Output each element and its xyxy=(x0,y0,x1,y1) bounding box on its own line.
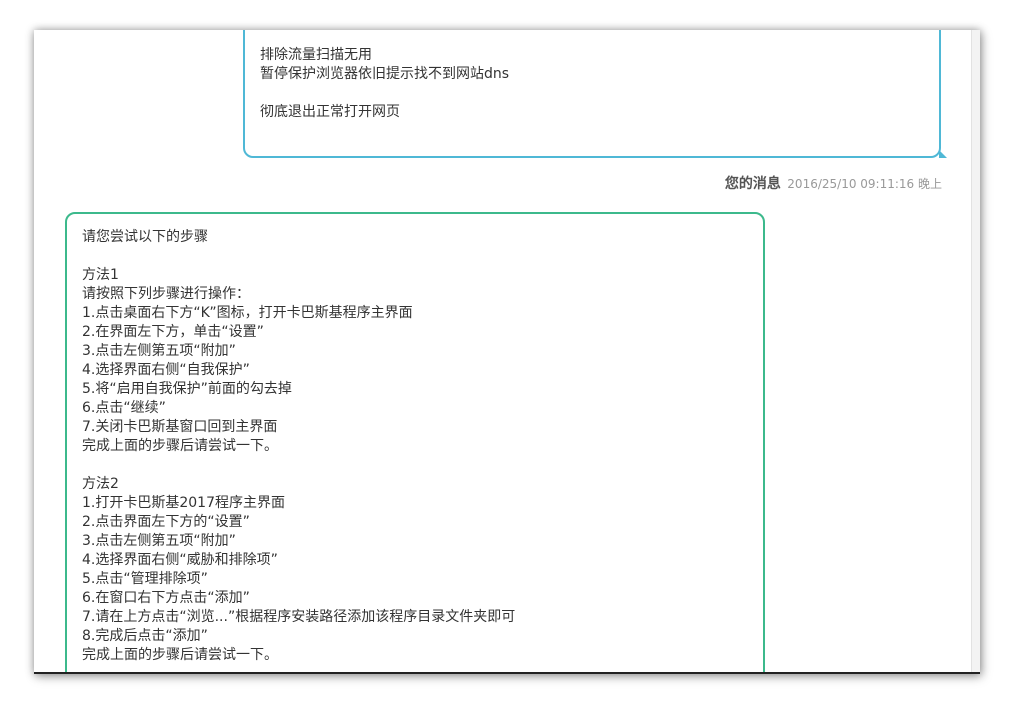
chat-window: 排除流量扫描无用 暂停保护浏览器依旧提示找不到网站dns 彻底退出正常打开网页 … xyxy=(34,30,980,674)
user-message-bubble: 排除流量扫描无用 暂停保护浏览器依旧提示找不到网站dns 彻底退出正常打开网页 xyxy=(243,30,947,158)
message-line: 排除流量扫描无用 xyxy=(260,47,372,63)
message-line xyxy=(82,456,749,475)
message-line: 方法1 xyxy=(82,267,119,283)
message-timestamp: 2016/25/10 09:11:16 晚上 xyxy=(787,177,942,191)
message-line: 2.点击界面左下方的“设置” xyxy=(82,514,250,530)
message-line: 完成上面的步骤后请尝试一下。 xyxy=(82,647,278,663)
agent-message-bubble: 请您尝试以下的步骤 方法1 请按照下列步骤进行操作： 1.点击桌面右下方“K”图… xyxy=(65,212,765,674)
message-line: 请您尝试以下的步骤 xyxy=(82,229,208,245)
message-line: 4.选择界面右侧“威胁和排除项” xyxy=(82,552,278,568)
message-line: 彻底退出正常打开网页 xyxy=(260,104,400,120)
message-line xyxy=(260,84,925,103)
message-line: 5.将“启用自我保护”前面的勾去掉 xyxy=(82,381,292,397)
message-line: 暂停保护浏览器依旧提示找不到网站dns xyxy=(260,66,510,82)
message-line: 1.打开卡巴斯基2017程序主界面 xyxy=(82,495,285,511)
message-line: 2.在界面左下方，单击“设置” xyxy=(82,324,264,340)
window-bottom-edge xyxy=(34,672,980,674)
message-line: 3.点击左侧第五项“附加” xyxy=(82,533,236,549)
scrollbar[interactable] xyxy=(971,30,980,674)
message-line: 7.关闭卡巴斯基窗口回到主界面 xyxy=(82,419,278,435)
message-line: 请按照下列步骤进行操作： xyxy=(82,286,250,302)
message-line: 方法2 xyxy=(82,476,119,492)
message-line: 6.在窗口右下方点击“添加” xyxy=(82,590,250,606)
message-line: 6.点击“继续” xyxy=(82,400,166,416)
message-meta: 您的消息 2016/25/10 09:11:16 晚上 xyxy=(725,173,942,193)
message-line: 完成上面的步骤后请尝试一下。 xyxy=(82,438,278,454)
message-line: 4.选择界面右侧“自我保护” xyxy=(82,362,250,378)
message-line: 5.点击“管理排除项” xyxy=(82,571,208,587)
message-line: 1.点击桌面右下方“K”图标，打开卡巴斯基程序主界面 xyxy=(82,305,413,321)
sender-label: 您的消息 xyxy=(724,176,781,192)
message-line xyxy=(82,247,749,266)
message-line: 3.点击左侧第五项“附加” xyxy=(82,343,236,359)
message-line: 8.完成后点击“添加” xyxy=(82,628,208,644)
message-line: 7.请在上方点击“浏览...”根据程序安装路径添加该程序目录文件夹即可 xyxy=(82,609,516,625)
